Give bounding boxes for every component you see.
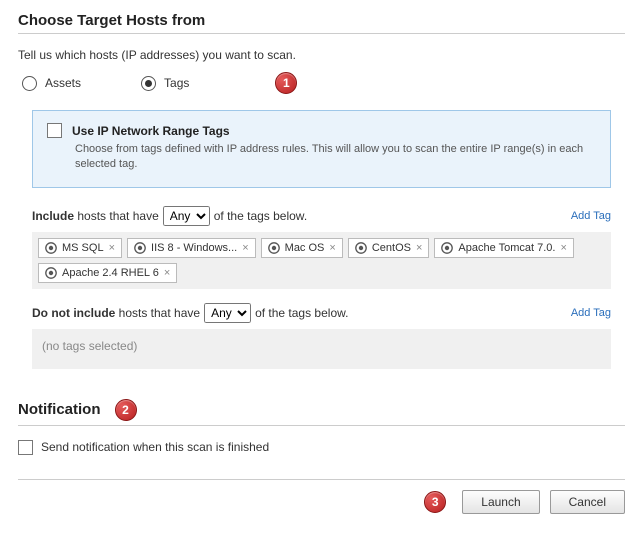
tag-remove-icon[interactable]: × [164,267,170,279]
include-suffix: of the tags below. [214,209,307,223]
tag-remove-icon[interactable]: × [242,242,248,254]
instruction-text: Tell us which hosts (IP addresses) you w… [18,48,625,62]
ip-range-title: Use IP Network Range Tags [72,124,230,138]
choose-hosts-title: Choose Target Hosts from [18,12,625,34]
exclude-prefix-bold: Do not include [32,306,115,320]
tag-remove-icon[interactable]: × [329,242,335,254]
ip-range-tags-box: Use IP Network Range Tags Choose from ta… [32,110,611,188]
tag-chip[interactable]: Apache Tomcat 7.0. × [434,238,573,258]
annotation-3: 3 [424,491,446,513]
include-filter-row: Include hosts that have Any of the tags … [32,206,611,226]
tag-chip[interactable]: Apache 2.4 RHEL 6 × [38,263,177,283]
exclude-prefix-rest: hosts that have [115,306,200,320]
tag-chip[interactable]: Mac OS × [261,238,343,258]
tag-label: Apache Tomcat 7.0. [458,242,555,254]
radio-icon [141,76,156,91]
launch-button[interactable]: Launch [462,490,539,514]
radio-tags[interactable]: Tags [141,76,189,91]
tag-remove-icon[interactable]: × [560,242,566,254]
tag-remove-icon[interactable]: × [416,242,422,254]
tag-label: Mac OS [285,242,325,254]
tag-chip[interactable]: IIS 8 - Windows... × [127,238,256,258]
ip-range-checkbox[interactable] [47,123,62,138]
ip-range-desc: Choose from tags defined with IP address… [75,142,596,173]
notification-checkbox-label: Send notification when this scan is fini… [41,440,269,454]
choose-hosts-title-text: Choose Target Hosts from [18,12,205,29]
annotation-2: 2 [115,399,137,421]
tag-label: Apache 2.4 RHEL 6 [62,267,159,279]
include-match-select[interactable]: Any [163,206,210,226]
radio-icon [22,76,37,91]
include-tags-container: MS SQL × IIS 8 - Windows... × Mac OS × CentOS ×… [32,232,611,289]
cancel-button[interactable]: Cancel [550,490,625,514]
exclude-match-select[interactable]: Any [204,303,251,323]
notification-checkbox-row: Send notification when this scan is fini… [18,440,625,455]
tag-label: MS SQL [62,242,104,254]
footer: 3 Launch Cancel [18,479,625,514]
notification-title-text: Notification [18,401,101,418]
exclude-add-tag-link[interactable]: Add Tag [571,307,611,319]
tag-chip[interactable]: CentOS × [348,238,430,258]
tag-chip[interactable]: MS SQL × [38,238,122,258]
include-add-tag-link[interactable]: Add Tag [571,210,611,222]
annotation-1: 1 [275,72,297,94]
exclude-suffix: of the tags below. [255,306,348,320]
radio-assets-label: Assets [45,76,81,90]
host-source-radio-group: Assets Tags 1 [18,72,625,94]
tag-remove-icon[interactable]: × [109,242,115,254]
tag-label: CentOS [372,242,411,254]
exclude-tags-container: (no tags selected) [32,329,611,369]
notification-title: Notification 2 [18,399,625,426]
notification-checkbox[interactable] [18,440,33,455]
include-prefix-rest: hosts that have [74,209,159,223]
tag-label: IIS 8 - Windows... [151,242,237,254]
exclude-filter-row: Do not include hosts that have Any of th… [32,303,611,323]
radio-tags-label: Tags [164,76,189,90]
exclude-empty-text: (no tags selected) [42,339,137,359]
include-prefix-bold: Include [32,209,74,223]
radio-assets[interactable]: Assets [22,76,81,91]
